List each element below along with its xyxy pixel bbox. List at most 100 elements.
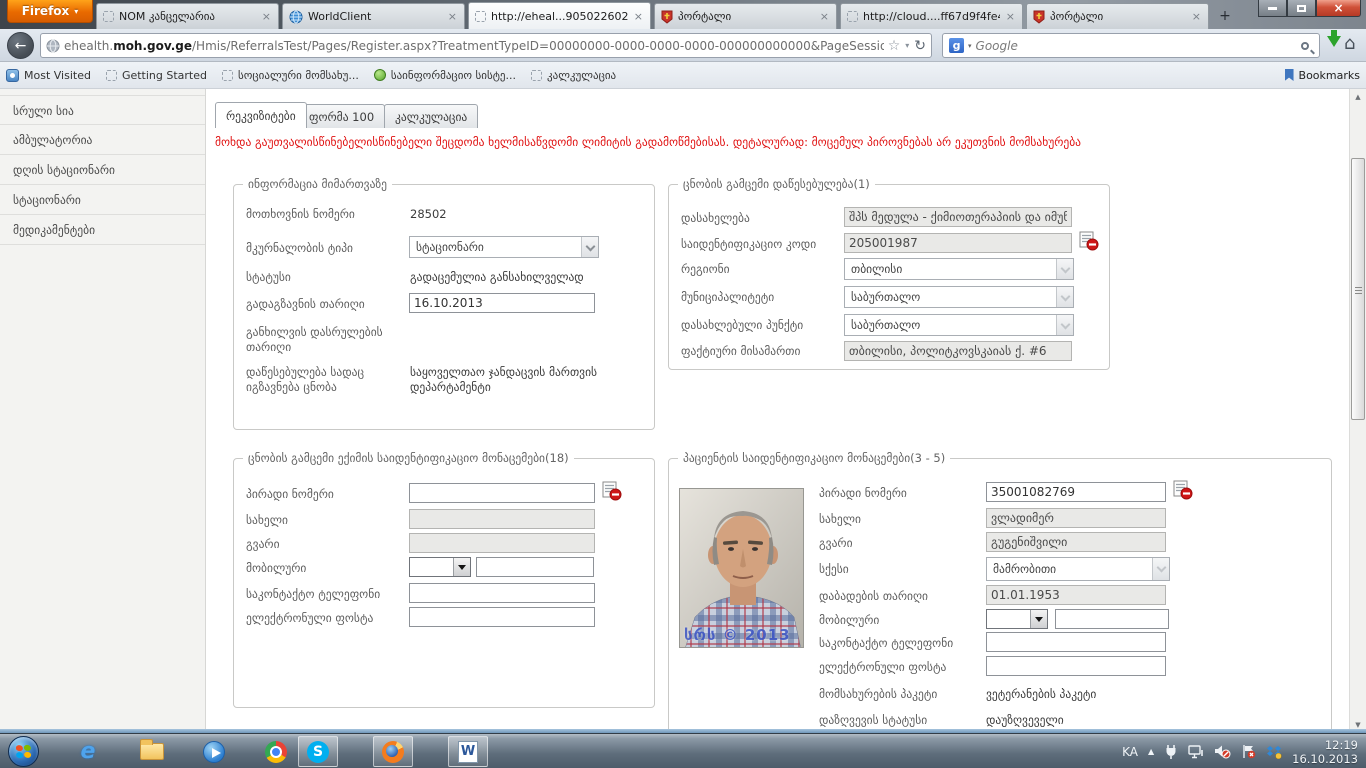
- sidebar-item-medications[interactable]: მედიკამენტები: [0, 215, 205, 245]
- home-button[interactable]: ⌂: [1344, 33, 1355, 54]
- patient-mobile-input[interactable]: [1055, 609, 1169, 629]
- maximize-button[interactable]: [1287, 0, 1316, 17]
- url-dropdown-icon[interactable]: ▾: [905, 41, 909, 50]
- taskbar-ie-button[interactable]: e: [68, 736, 108, 767]
- treatment-type-select[interactable]: სტაციონარი: [409, 236, 599, 258]
- doctor-phone-input[interactable]: [409, 583, 595, 603]
- settlement-select: საბურთალო: [844, 314, 1074, 336]
- search-box[interactable]: g ▾ Google: [942, 33, 1320, 58]
- tab-calculation[interactable]: კალკულაცია: [384, 104, 478, 128]
- reload-icon[interactable]: ↻: [914, 38, 926, 54]
- status-label: სტატუსი: [246, 270, 291, 285]
- scroll-up-button[interactable]: ▲: [1350, 89, 1366, 105]
- bookmark-item-most-visited[interactable]: Most Visited: [6, 69, 91, 82]
- internet-explorer-icon: e: [81, 739, 96, 764]
- sidebar-item-day-stationary[interactable]: დღის სტაციონარი: [0, 155, 205, 185]
- tab-close-icon[interactable]: ×: [1191, 10, 1202, 23]
- combo-field[interactable]: [410, 558, 453, 576]
- search-engine-icon[interactable]: g: [949, 38, 964, 53]
- minimize-button[interactable]: [1258, 0, 1287, 17]
- combo-field[interactable]: [987, 610, 1030, 628]
- taskbar-explorer-button[interactable]: [132, 736, 172, 767]
- target-org-value: საყოველთაო ჯანდაცვის მართვის დეპარტამენტ…: [410, 365, 640, 395]
- new-tab-button[interactable]: +: [1214, 6, 1236, 25]
- dropdown-arrow-icon[interactable]: [1030, 610, 1047, 628]
- taskbar-word-button[interactable]: W: [448, 736, 488, 767]
- doctor-id-stop-button[interactable]: [602, 481, 622, 501]
- patient-id-stop-button[interactable]: [1173, 480, 1193, 500]
- scrollbar[interactable]: ▲ ▼: [1349, 89, 1366, 733]
- tab-ehealth-active[interactable]: http://eheal...90502260216 ×: [468, 2, 651, 29]
- tray-volume-muted-icon[interactable]: [1214, 744, 1231, 759]
- search-engine-dropdown-icon[interactable]: ▾: [968, 42, 972, 50]
- bookmarks-toolbar: Most Visited Getting Started სოციალური მ…: [0, 62, 1366, 89]
- patient-mobile-prefix-combo[interactable]: [986, 609, 1048, 629]
- tray-hidden-icons-button[interactable]: ▲: [1148, 747, 1154, 756]
- tray-network-icon[interactable]: [1188, 745, 1204, 759]
- tab-close-icon[interactable]: ×: [1005, 10, 1016, 23]
- tray-dropbox-icon[interactable]: [1266, 745, 1282, 759]
- url-bar-icons: ☆ ▾ ↻: [888, 38, 926, 54]
- firefox-menu-button[interactable]: Firefox ▾: [7, 0, 93, 23]
- bookmark-item-calculation[interactable]: კალკულაცია: [531, 69, 616, 82]
- org-name-label: დასახელება: [681, 211, 750, 226]
- patient-phone-input[interactable]: [986, 632, 1166, 652]
- sent-date-input[interactable]: [409, 293, 595, 313]
- tab-form-100[interactable]: ფორმა 100: [298, 104, 385, 128]
- sidebar-item-ambulatory[interactable]: ამბულატორია: [0, 125, 205, 155]
- sidebar-item-full-list[interactable]: სრული სია: [0, 95, 205, 125]
- tray-language-indicator[interactable]: KA: [1122, 745, 1138, 759]
- doctor-mobile-prefix-combo[interactable]: [409, 557, 471, 577]
- tab-portal-1[interactable]: პორტალი ×: [654, 3, 837, 29]
- tab-close-icon[interactable]: ×: [819, 10, 830, 23]
- tab-close-icon[interactable]: ×: [261, 10, 272, 23]
- tab-cloud[interactable]: http://cloud....ff67d9f4fe4c ×: [840, 3, 1023, 29]
- tab-portal-2[interactable]: პორტალი ×: [1026, 3, 1209, 29]
- bookmark-label: Most Visited: [24, 69, 91, 82]
- taskbar-skype-button[interactable]: S: [298, 736, 338, 767]
- url-bar[interactable]: ehealth.moh.gov.ge/Hmis/ReferralsTest/Pa…: [40, 33, 932, 58]
- tab-worldclient[interactable]: WorldClient ×: [282, 3, 465, 29]
- sent-date-label: გადაგზავნის თარიღი: [246, 297, 365, 312]
- request-number-label: მოთხოვნის ნომერი: [246, 207, 355, 222]
- close-button[interactable]: ×: [1316, 0, 1361, 17]
- sidebar-item-stationary[interactable]: სტაციონარი: [0, 185, 205, 215]
- tab-requisites[interactable]: რეკვიზიტები: [215, 102, 307, 128]
- bookmark-item-social-service[interactable]: სოციალური მომსახუ...: [222, 69, 359, 82]
- dropdown-arrow-icon[interactable]: [453, 558, 470, 576]
- patient-email-input[interactable]: [986, 656, 1166, 676]
- taskbar-media-player-button[interactable]: [194, 736, 234, 767]
- doctor-mobile-input[interactable]: [476, 557, 594, 577]
- bookmarks-menu-button[interactable]: Bookmarks: [1285, 69, 1360, 82]
- doctor-personal-id-input[interactable]: [409, 483, 595, 503]
- fieldset-legend: ინფორმაცია მიმართვაზე: [243, 177, 392, 191]
- doctor-email-input[interactable]: [409, 607, 595, 627]
- scroll-thumb[interactable]: [1351, 158, 1365, 420]
- tray-clock[interactable]: 12:19 16.10.2013: [1292, 738, 1358, 766]
- taskbar-firefox-button[interactable]: [373, 736, 413, 767]
- tray-action-center-icon[interactable]: [1241, 744, 1256, 759]
- patient-email-label: ელექტრონული ფოსტა: [819, 660, 946, 675]
- patient-personal-id-input[interactable]: [986, 482, 1166, 502]
- url-path: /Hmis/ReferralsTest/Pages/Register.aspx?…: [192, 39, 884, 53]
- tray-power-icon[interactable]: [1164, 744, 1178, 759]
- firefox-icon: [382, 741, 404, 763]
- bookmark-item-info-system[interactable]: საინფორმაციო სისტე...: [374, 69, 516, 82]
- tab-title: პორტალი: [678, 10, 814, 23]
- start-button[interactable]: [8, 736, 39, 767]
- tab-close-icon[interactable]: ×: [447, 10, 458, 23]
- tab-close-icon[interactable]: ×: [633, 10, 644, 23]
- bookmark-ribbon-icon: [1285, 69, 1294, 81]
- taskbar-chrome-button[interactable]: [256, 736, 296, 767]
- tab-nom[interactable]: NOM კანცელარია ×: [96, 3, 279, 29]
- back-button[interactable]: ←: [7, 32, 34, 59]
- bookmark-star-icon[interactable]: ☆: [888, 38, 901, 54]
- download-indicator-icon[interactable]: [1327, 36, 1341, 47]
- search-input[interactable]: Google: [976, 39, 1297, 53]
- url-text[interactable]: ehealth.moh.gov.ge/Hmis/ReferralsTest/Pa…: [64, 39, 884, 53]
- bookmark-item-getting-started[interactable]: Getting Started: [106, 69, 207, 82]
- search-icon[interactable]: [1301, 42, 1309, 50]
- municipality-value: საბურთალო: [851, 287, 1053, 307]
- org-code-stop-button[interactable]: [1079, 231, 1099, 251]
- patient-last-name-label: გვარი: [819, 536, 853, 551]
